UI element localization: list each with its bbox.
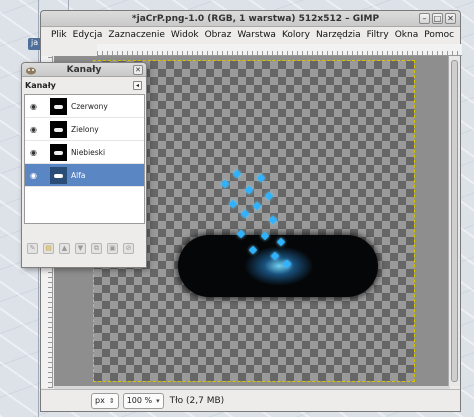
zoom-select[interactable]: 100 % ▾ — [122, 392, 164, 409]
menu-windows[interactable]: Okna — [395, 30, 425, 40]
channels-header-label: Kanały — [25, 80, 56, 90]
duplicate-channel-icon[interactable]: ⧉ — [91, 243, 102, 254]
channels-toolbar: ✎ ▤ ▲ ▼ ⧉ ▣ ⊘ — [24, 243, 145, 257]
desktop-tab-label: ja — [31, 38, 39, 47]
edit-channel-icon[interactable]: ✎ — [27, 243, 38, 254]
delete-channel-icon[interactable]: ⊘ — [123, 243, 134, 254]
crystal-shard — [264, 191, 274, 201]
channels-title-bar[interactable]: Kanały ✕ — [22, 63, 146, 77]
channel-thumbnail — [50, 166, 67, 184]
zoom-value: 100 % — [126, 396, 153, 405]
menu-select[interactable]: Zaznaczenie — [108, 30, 171, 40]
close-icon[interactable]: ✕ — [133, 65, 143, 75]
channel-name: Zielony — [71, 124, 99, 134]
eye-icon[interactable]: ◉ — [25, 171, 42, 180]
menu-image[interactable]: Obraz — [205, 30, 238, 40]
new-channel-icon[interactable]: ▤ — [43, 243, 54, 254]
menu-file[interactable]: Plik — [50, 30, 73, 40]
channel-row-red[interactable]: ◉ Czerwony — [25, 95, 144, 118]
crystal-shard — [244, 185, 254, 195]
menu-help[interactable]: Pomoc — [424, 30, 460, 40]
channel-row-alpha[interactable]: ◉ Alfa — [25, 164, 144, 187]
eye-icon[interactable]: ◉ — [25, 125, 42, 134]
crystal-shard — [268, 215, 278, 225]
channel-row-green[interactable]: ◉ Zielony — [25, 118, 144, 141]
channel-thumbnail — [50, 143, 67, 161]
channels-title: Kanały — [66, 65, 102, 75]
tab-menu-icon[interactable]: ◂ — [133, 80, 142, 90]
title-bar[interactable]: *jaCrP.png-1.0 (RGB, 1 warstwa) 512x512 … — [41, 11, 460, 27]
status-bar: px ⇕ 100 % ▾ Tło (2,7 MB) — [41, 389, 460, 411]
vertical-scrollbar[interactable] — [448, 56, 460, 386]
channel-name: Czerwony — [71, 101, 108, 111]
menu-filters[interactable]: Filtry — [367, 30, 395, 40]
channels-tab-header: Kanały ◂ — [22, 77, 146, 93]
channel-name: Niebieski — [71, 147, 106, 157]
crystal-shard — [232, 169, 242, 179]
chevron-updown-icon: ⇕ — [108, 396, 115, 405]
layer-info: Tło (2,7 MB) — [169, 395, 225, 406]
eye-icon[interactable]: ◉ — [25, 148, 42, 157]
menu-tools[interactable]: Narzędzia — [316, 30, 367, 40]
raise-channel-icon[interactable]: ▲ — [59, 243, 70, 254]
crystal-shard — [228, 199, 238, 209]
close-button[interactable]: ✕ — [445, 13, 456, 24]
crystal-shard — [252, 201, 262, 211]
menu-view[interactable]: Widok — [171, 30, 205, 40]
channel-thumbnail — [50, 97, 67, 115]
lower-channel-icon[interactable]: ▼ — [75, 243, 86, 254]
crystal-shard — [220, 179, 230, 189]
window-title: *jaCrP.png-1.0 (RGB, 1 warstwa) 512x512 … — [131, 14, 380, 24]
menu-colors[interactable]: Kolory — [282, 30, 316, 40]
crystal-shard — [240, 209, 250, 219]
menu-layer[interactable]: Warstwa — [237, 30, 282, 40]
menu-edit[interactable]: Edycja — [73, 30, 109, 40]
channel-to-selection-icon[interactable]: ▣ — [107, 243, 118, 254]
unit-select[interactable]: px ⇕ — [91, 392, 119, 409]
minimize-button[interactable]: – — [419, 13, 430, 24]
menu-bar: Plik Edycja Zaznaczenie Widok Obraz Wars… — [41, 27, 460, 42]
crystal-shard — [256, 173, 266, 183]
channel-thumbnail — [50, 120, 67, 138]
channel-row-blue[interactable]: ◉ Niebieski — [25, 141, 144, 164]
eye-icon[interactable]: ◉ — [25, 102, 42, 111]
gimp-icon — [26, 67, 36, 75]
maximize-button[interactable]: □ — [432, 13, 443, 24]
chevron-down-icon: ▾ — [156, 396, 160, 405]
unit-value: px — [95, 396, 105, 405]
channel-name: Alfa — [71, 170, 86, 180]
channels-dialog: Kanały ✕ Kanały ◂ ◉ Czerwony ◉ Zielony ◉… — [21, 62, 147, 268]
horizontal-ruler[interactable] — [97, 44, 462, 56]
channels-list: ◉ Czerwony ◉ Zielony ◉ Niebieski ◉ Alfa — [24, 94, 145, 224]
scroll-thumb[interactable] — [451, 60, 458, 382]
